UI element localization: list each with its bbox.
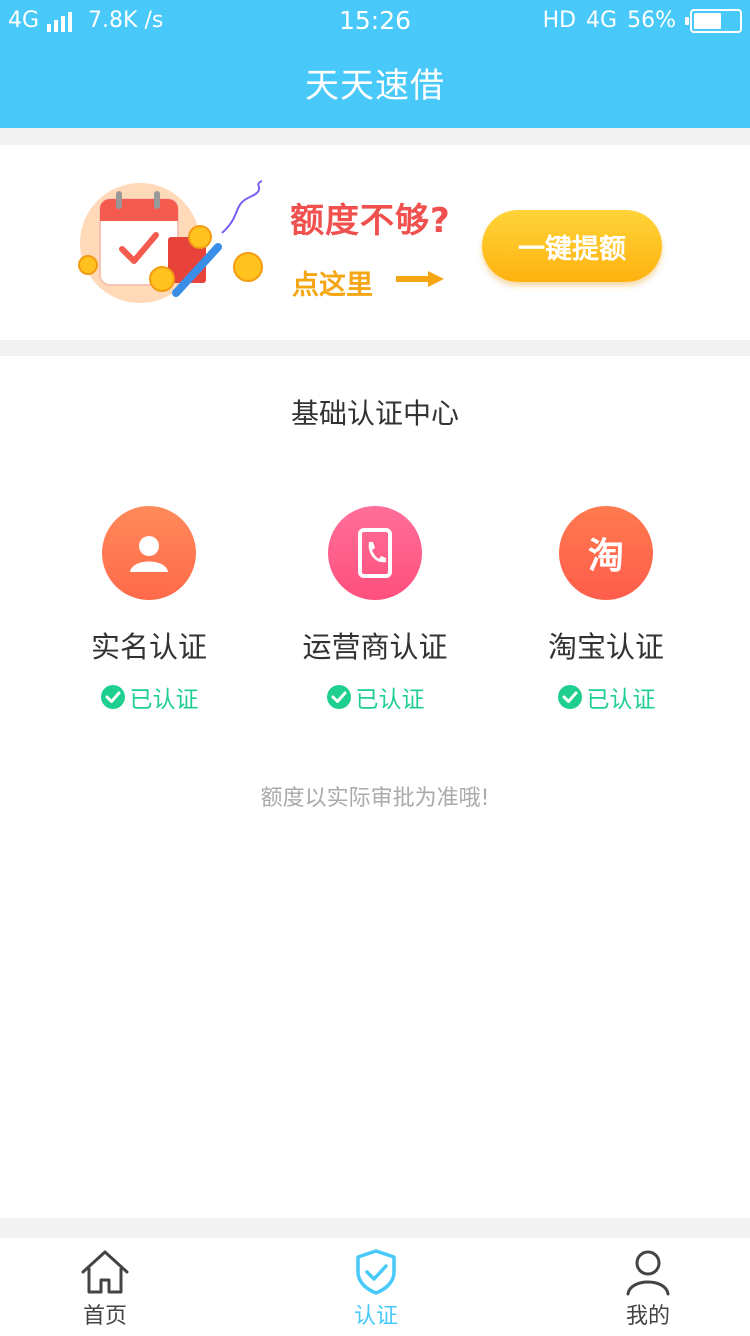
battery-icon bbox=[685, 8, 742, 33]
arrow-right-icon bbox=[396, 271, 444, 287]
app-screen: 4G 7.8K /s 15:26 HD 4G 56% 天天速借 额度不够? 点这… bbox=[0, 0, 750, 1336]
check-circle-icon bbox=[326, 685, 351, 709]
person-icon bbox=[102, 506, 196, 600]
raise-limit-button[interactable]: 一键提额 bbox=[482, 210, 662, 282]
home-icon bbox=[81, 1250, 129, 1294]
limit-note: 额度以实际审批为准哦! bbox=[260, 786, 490, 811]
cert-name: 淘宝认证 bbox=[547, 630, 664, 664]
cert-item-taobao[interactable]: 淘 淘宝认证 已认证 bbox=[506, 506, 706, 714]
tab-home[interactable]: 首页 bbox=[15, 1248, 195, 1330]
taobao-icon-glyph: 淘 bbox=[587, 536, 624, 577]
promo-hint: 点这里 bbox=[292, 270, 373, 301]
battery-percent: 56% bbox=[627, 8, 676, 33]
cert-name: 运营商认证 bbox=[302, 630, 448, 664]
cert-status-label: 已认证 bbox=[586, 687, 656, 713]
cert-status: 已认证 bbox=[49, 680, 249, 714]
check-circle-icon bbox=[100, 685, 125, 709]
tab-certification[interactable]: 认证 bbox=[286, 1248, 466, 1330]
battery-fill bbox=[694, 12, 721, 29]
status-bar: 4G 7.8K /s 15:26 HD 4G 56% bbox=[0, 0, 750, 42]
tab-label: 认证 bbox=[353, 1304, 398, 1329]
section-title: 基础认证中心 bbox=[290, 397, 459, 430]
cert-item-carrier[interactable]: 运营商认证 已认证 bbox=[275, 506, 475, 714]
tab-label: 我的 bbox=[625, 1304, 670, 1329]
cert-name: 实名认证 bbox=[90, 630, 207, 664]
network-type-right: 4G bbox=[586, 8, 618, 33]
phone-icon bbox=[328, 506, 422, 600]
cert-status: 已认证 bbox=[506, 680, 706, 714]
cert-status-label: 已认证 bbox=[129, 687, 199, 713]
status-right: HD 4G 56% bbox=[543, 8, 742, 33]
promo-banner[interactable]: 额度不够? 点这里 一键提额 bbox=[0, 145, 750, 340]
calendar-coins-illustration bbox=[78, 180, 263, 303]
shield-check-icon bbox=[356, 1249, 396, 1295]
cert-status: 已认证 bbox=[275, 680, 475, 714]
certification-center: 基础认证中心 实名认证 已认证 运营商认证 已认证 淘 淘宝认证 已认证 额度以… bbox=[0, 356, 750, 1218]
hd-indicator: HD bbox=[542, 8, 577, 33]
cert-item-realname[interactable]: 实名认证 已认证 bbox=[49, 506, 249, 714]
taobao-icon: 淘 bbox=[559, 506, 653, 600]
top-bar: 4G 7.8K /s 15:26 HD 4G 56% 天天速借 bbox=[0, 0, 750, 128]
cert-status-label: 已认证 bbox=[355, 687, 425, 713]
check-circle-icon bbox=[557, 685, 582, 709]
promo-question: 额度不够? bbox=[290, 201, 451, 241]
page-title: 天天速借 bbox=[305, 66, 445, 106]
user-icon bbox=[626, 1250, 670, 1296]
tab-label: 首页 bbox=[82, 1304, 127, 1329]
tab-mine[interactable]: 我的 bbox=[558, 1248, 738, 1330]
bottom-tab-bar: 首页 认证 我的 bbox=[0, 1238, 750, 1336]
